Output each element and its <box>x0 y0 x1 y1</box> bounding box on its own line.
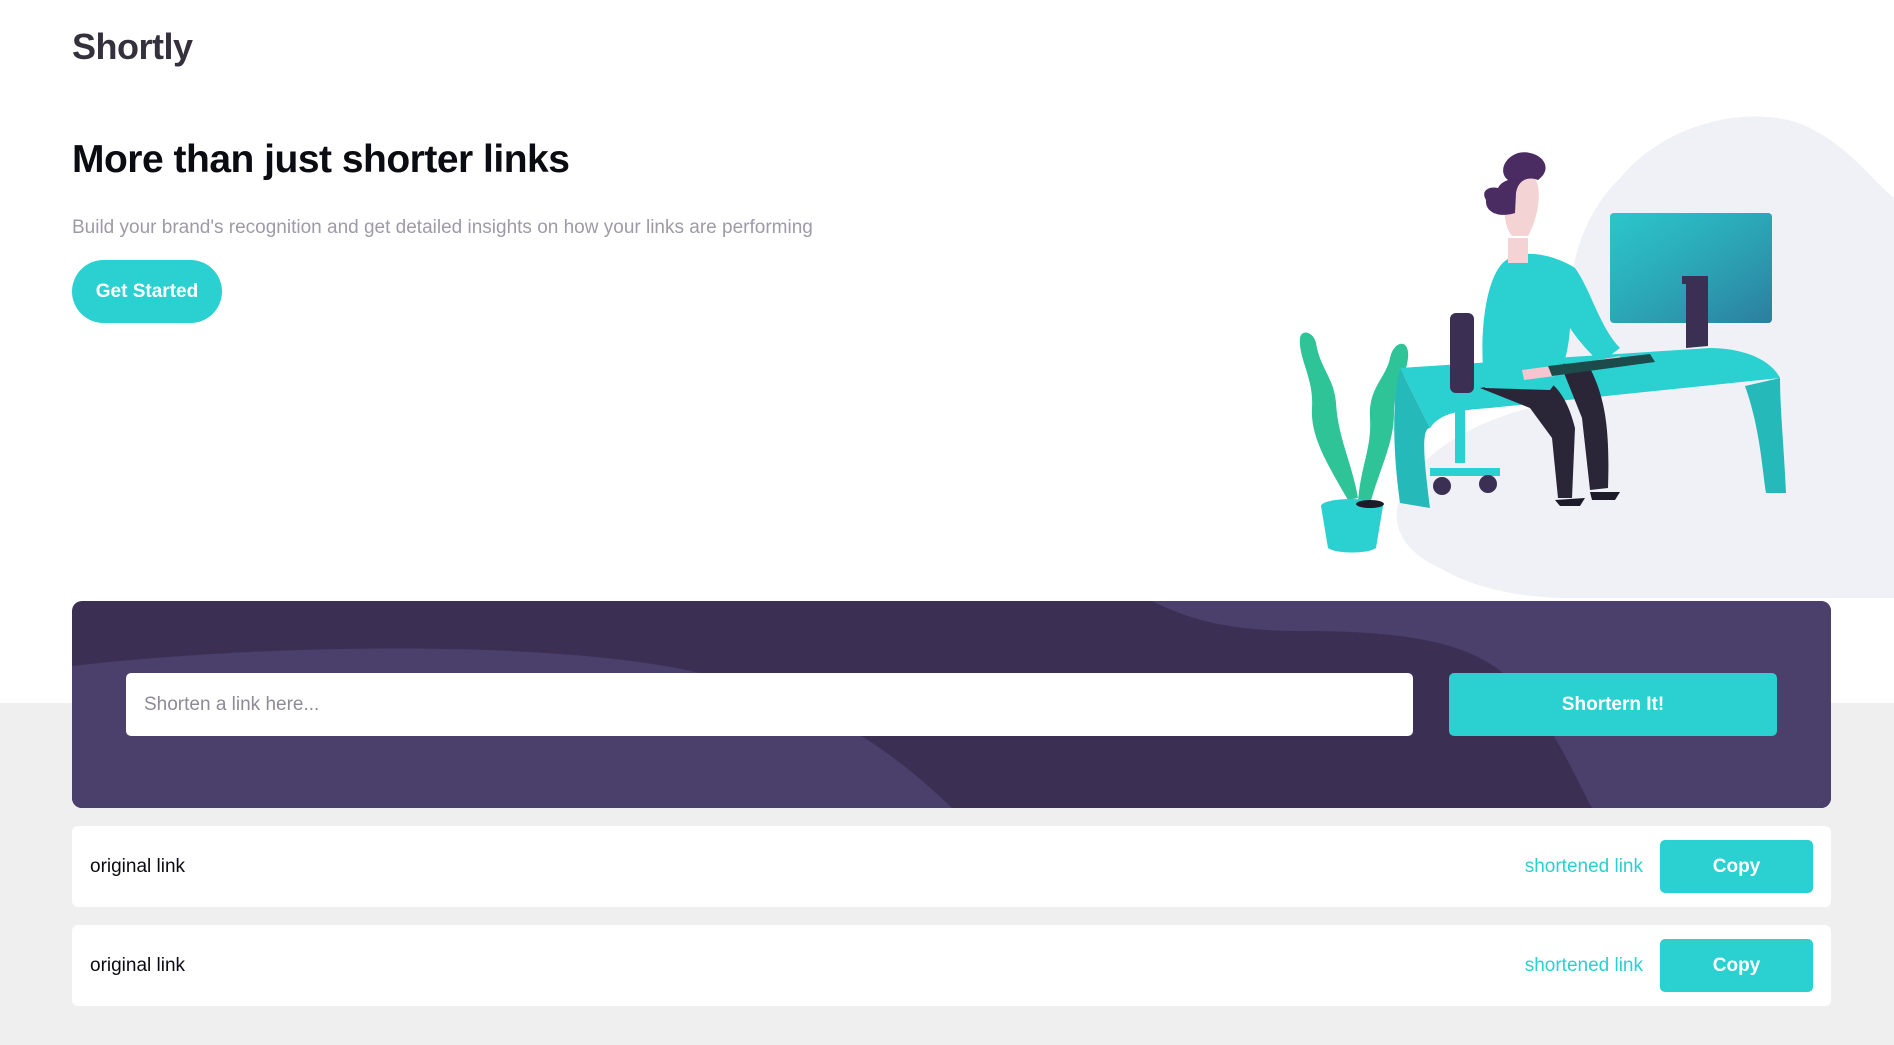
plant-pot <box>1321 506 1383 553</box>
shorten-link-input[interactable] <box>126 673 1413 736</box>
original-link: original link <box>90 856 186 877</box>
hero-title: More than just shorter links <box>72 138 570 181</box>
hero-subtitle: Build your brand's recognition and get d… <box>72 217 813 238</box>
copy-button[interactable]: Copy <box>1660 840 1813 893</box>
result-row: original link shortened link Copy <box>72 925 1831 1006</box>
logo[interactable]: Shortly <box>72 26 193 68</box>
get-started-button[interactable]: Get Started <box>72 260 222 323</box>
result-row: original link shortened link Copy <box>72 826 1831 907</box>
chair-back <box>1450 313 1474 393</box>
shorten-it-button[interactable]: Shortern It! <box>1449 673 1777 736</box>
copy-button[interactable]: Copy <box>1660 939 1813 992</box>
shorten-panel: Shortern It! <box>72 601 1831 808</box>
shortened-link[interactable]: shortened link <box>1525 826 1643 907</box>
person-working-illustration <box>1299 116 1894 598</box>
original-link: original link <box>90 955 186 976</box>
plant-leaf-left <box>1299 332 1358 500</box>
shortened-link[interactable]: shortened link <box>1525 925 1643 1006</box>
